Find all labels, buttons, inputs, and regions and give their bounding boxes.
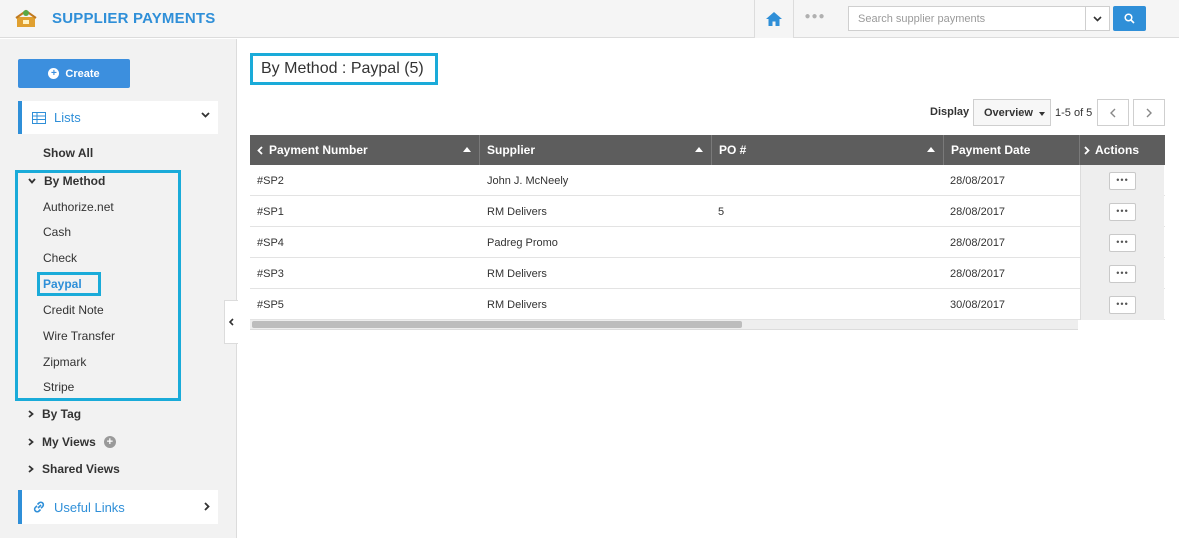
payment-date-cell: 28/08/2017 bbox=[950, 205, 1006, 218]
payment-number-cell[interactable]: #SP2 bbox=[257, 165, 284, 196]
horizontal-scrollbar[interactable] bbox=[250, 320, 1078, 330]
table-row[interactable]: #SP1 RM Delivers 5 28/08/2017 ••• bbox=[250, 196, 1165, 227]
chevron-right-icon bbox=[204, 502, 210, 511]
payment-number-cell[interactable]: #SP4 bbox=[257, 227, 284, 258]
table-row[interactable]: #SP5 RM Delivers 30/08/2017 ••• bbox=[250, 289, 1165, 320]
top-bar: SUPPLIER PAYMENTS ●●● bbox=[0, 0, 1179, 38]
column-supplier[interactable]: Supplier bbox=[480, 135, 712, 165]
by-tag-label: By Tag bbox=[42, 407, 82, 421]
column-label: Actions bbox=[1095, 143, 1140, 157]
display-value: Overview bbox=[984, 106, 1033, 119]
column-label: Payment Number bbox=[269, 143, 368, 157]
actions-cell: ••• bbox=[1080, 289, 1164, 320]
po-cell: 5 bbox=[718, 205, 725, 218]
page-count: 1-5 of 5 bbox=[1055, 107, 1093, 119]
home-icon bbox=[766, 12, 782, 26]
search-button[interactable] bbox=[1113, 6, 1146, 31]
more-actions-button[interactable]: ••• bbox=[1109, 233, 1136, 252]
link-icon bbox=[33, 501, 45, 513]
display-select[interactable]: Overview bbox=[973, 99, 1051, 126]
chevron-right-icon bbox=[28, 465, 34, 473]
column-label: Payment Date bbox=[951, 143, 1031, 157]
chevron-left-icon[interactable] bbox=[257, 145, 263, 155]
shared-views-group[interactable]: Shared Views bbox=[28, 462, 120, 476]
add-view-icon[interactable]: + bbox=[103, 436, 116, 448]
home-button[interactable] bbox=[754, 0, 794, 38]
column-actions[interactable]: Actions bbox=[1080, 135, 1165, 165]
my-views-group[interactable]: My Views + bbox=[28, 435, 116, 449]
plus-circle-icon: + bbox=[48, 68, 60, 79]
chevron-down-icon bbox=[201, 112, 210, 118]
show-all-link[interactable]: Show All bbox=[43, 146, 93, 160]
sort-asc-icon bbox=[463, 147, 471, 152]
sort-asc-icon bbox=[695, 147, 703, 152]
more-actions-button[interactable]: ••• bbox=[1109, 264, 1136, 283]
more-actions-button[interactable]: ••• bbox=[1109, 171, 1136, 190]
payment-number-cell[interactable]: #SP1 bbox=[257, 196, 284, 227]
lists-label: Lists bbox=[54, 110, 81, 125]
payment-number-cell[interactable]: #SP3 bbox=[257, 258, 284, 289]
more-actions-button[interactable]: ••• bbox=[1109, 202, 1136, 221]
payment-date-cell: 30/08/2017 bbox=[950, 298, 1006, 311]
chevron-left-icon bbox=[1110, 108, 1116, 117]
caret-down-icon bbox=[1039, 112, 1045, 116]
actions-cell: ••• bbox=[1080, 165, 1164, 196]
app-logo-icon bbox=[15, 9, 37, 27]
payment-number-cell[interactable]: #SP5 bbox=[257, 289, 284, 320]
my-views-label: My Views bbox=[42, 435, 96, 449]
search-icon bbox=[1124, 13, 1135, 24]
payment-date-cell: 28/08/2017 bbox=[950, 236, 1006, 249]
supplier-cell: John J. McNeely bbox=[487, 174, 569, 187]
useful-links-panel-header[interactable]: Useful Links bbox=[18, 490, 218, 524]
create-button[interactable]: + Create bbox=[18, 59, 130, 88]
table-row[interactable]: #SP3 RM Delivers 28/08/2017 ••• bbox=[250, 258, 1165, 289]
search-scope-dropdown[interactable] bbox=[1086, 6, 1110, 31]
payment-date-cell: 28/08/2017 bbox=[950, 174, 1006, 187]
supplier-cell: RM Delivers bbox=[487, 267, 547, 280]
column-po-number[interactable]: PO # bbox=[712, 135, 944, 165]
chevron-right-icon bbox=[28, 438, 34, 446]
next-page-button[interactable] bbox=[1133, 99, 1165, 126]
more-actions-button[interactable]: ••• bbox=[1109, 295, 1136, 314]
sidebar-collapse-toggle[interactable] bbox=[224, 300, 238, 344]
supplier-cell: Padreg Promo bbox=[487, 236, 558, 249]
by-tag-group[interactable]: By Tag bbox=[28, 407, 81, 421]
actions-cell: ••• bbox=[1080, 196, 1164, 227]
paypal-highlight bbox=[37, 272, 101, 296]
lists-panel-header[interactable]: Lists bbox=[18, 101, 218, 134]
column-label: PO # bbox=[719, 143, 747, 157]
actions-cell: ••• bbox=[1080, 258, 1164, 289]
table-row[interactable]: #SP4 Padreg Promo 28/08/2017 ••• bbox=[250, 227, 1165, 258]
page-title-highlight: By Method : Paypal (5) bbox=[250, 53, 438, 85]
table-header: Payment Number Supplier PO # Payment Dat… bbox=[250, 135, 1165, 165]
column-payment-date[interactable]: Payment Date bbox=[944, 135, 1080, 165]
chevron-right-icon bbox=[1146, 108, 1152, 117]
page-title: By Method : Paypal (5) bbox=[261, 60, 424, 77]
useful-links-label: Useful Links bbox=[54, 499, 125, 515]
search-input[interactable] bbox=[849, 7, 1085, 30]
payments-table: Payment Number Supplier PO # Payment Dat… bbox=[250, 135, 1165, 330]
chevron-right-icon bbox=[28, 410, 34, 418]
sidebar: + Create Lists Show All By Method Author… bbox=[0, 39, 237, 538]
create-label: Create bbox=[65, 67, 100, 80]
column-payment-number[interactable]: Payment Number bbox=[250, 135, 480, 165]
column-label: Supplier bbox=[487, 143, 536, 157]
sort-asc-icon bbox=[927, 147, 935, 152]
more-dots-icon[interactable]: ●●● bbox=[800, 11, 830, 27]
app-title: SUPPLIER PAYMENTS bbox=[52, 10, 216, 27]
actions-cell: ••• bbox=[1080, 227, 1164, 258]
previous-page-button[interactable] bbox=[1097, 99, 1129, 126]
supplier-cell: RM Delivers bbox=[487, 298, 547, 311]
shared-views-label: Shared Views bbox=[42, 462, 120, 476]
scrollbar-thumb[interactable] bbox=[252, 321, 742, 328]
chevron-left-icon bbox=[229, 318, 234, 326]
search-box bbox=[848, 6, 1086, 31]
payment-date-cell: 28/08/2017 bbox=[950, 267, 1006, 280]
chevron-right-icon[interactable] bbox=[1084, 145, 1090, 155]
table-icon bbox=[32, 111, 46, 124]
table-row[interactable]: #SP2 John J. McNeely 28/08/2017 ••• bbox=[250, 165, 1165, 196]
supplier-cell: RM Delivers bbox=[487, 205, 547, 218]
chevron-down-icon bbox=[1093, 15, 1102, 22]
display-label: Display bbox=[930, 106, 970, 118]
